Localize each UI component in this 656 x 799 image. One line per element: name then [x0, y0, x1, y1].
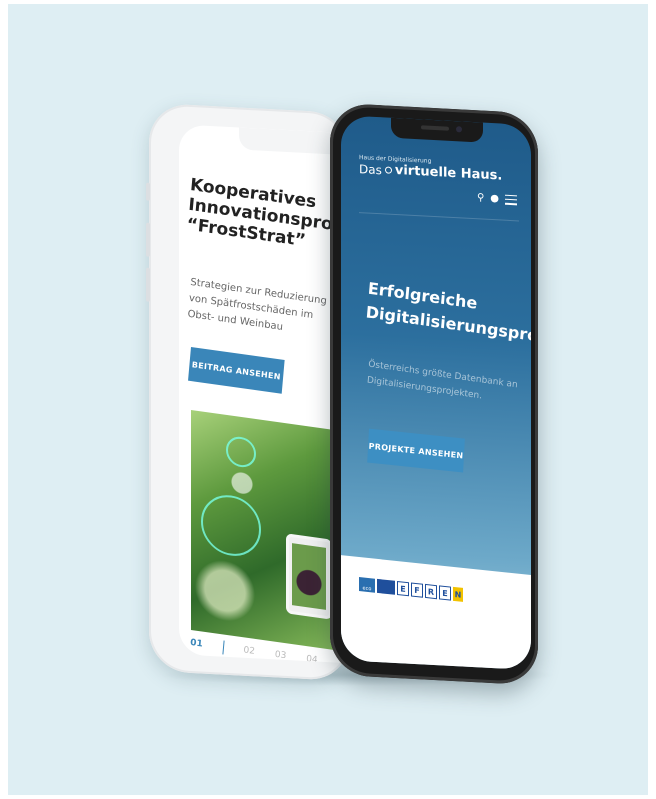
white-phone-screen: Kooperatives Innovationsprojekt “FrostSt…: [179, 124, 354, 664]
side-button: [146, 222, 150, 257]
user-icon[interactable]: ●: [490, 193, 499, 204]
hud-circle-icon: [226, 434, 256, 470]
hero-headline: Erfolgreiche Digitalisierungsprojekte: [365, 278, 531, 352]
project-title: Kooperatives Innovationsprojekt “FrostSt…: [185, 174, 354, 252]
sponsor-footer: eco E F R E N: [341, 555, 531, 671]
smartphone-photo: [286, 533, 332, 620]
search-icon[interactable]: ⚲: [477, 192, 484, 203]
eco-logo: eco: [359, 577, 375, 593]
logo-brand: virtuelle Haus.: [394, 162, 503, 184]
sponsor-logos: eco E F R E N: [359, 577, 463, 602]
pager-item-03[interactable]: 03: [274, 650, 286, 662]
efre-letter: F: [411, 582, 423, 598]
pager-item-02[interactable]: 02: [243, 645, 255, 657]
hud-circle-icon: [201, 491, 261, 560]
mockup-scene: Kooperatives Innovationsprojekt “FrostSt…: [8, 4, 648, 795]
side-button: [146, 182, 150, 201]
logo-prefix: Das: [359, 161, 382, 177]
side-button: [146, 267, 150, 302]
menu-icon[interactable]: [505, 194, 517, 205]
phone-notch: [391, 117, 483, 143]
hero-subtitle: Österreichs größte Datenbank an Digitali…: [366, 359, 519, 402]
white-phone: Kooperatives Innovationsprojekt “FrostSt…: [146, 102, 354, 682]
efre-letter: E: [439, 585, 451, 601]
pager-item-04[interactable]: 04: [306, 654, 318, 663]
black-phone: Haus der Digitalisierung Das virtuelle H…: [330, 102, 538, 686]
header-divider: [359, 212, 519, 222]
pager-item-01[interactable]: 01: [190, 638, 203, 650]
black-phone-screen: Haus der Digitalisierung Das virtuelle H…: [341, 115, 531, 671]
site-logo[interactable]: Das virtuelle Haus.: [359, 161, 502, 184]
n-logo: N: [453, 586, 463, 602]
eu-flag-icon: [377, 578, 395, 595]
view-projects-button[interactable]: PROJEKTE ANSEHEN: [367, 428, 465, 473]
efre-letter: E: [397, 580, 409, 597]
project-subtitle: Strategien zur Reduzierung von Spätfrost…: [187, 276, 328, 333]
view-article-button[interactable]: BEITRAG ANSEHEN: [188, 346, 285, 394]
efre-letter: R: [425, 583, 437, 600]
header-icons: ⚲ ●: [477, 192, 517, 205]
logo-ring-icon: [384, 166, 392, 174]
pager-divider: [221, 640, 225, 655]
